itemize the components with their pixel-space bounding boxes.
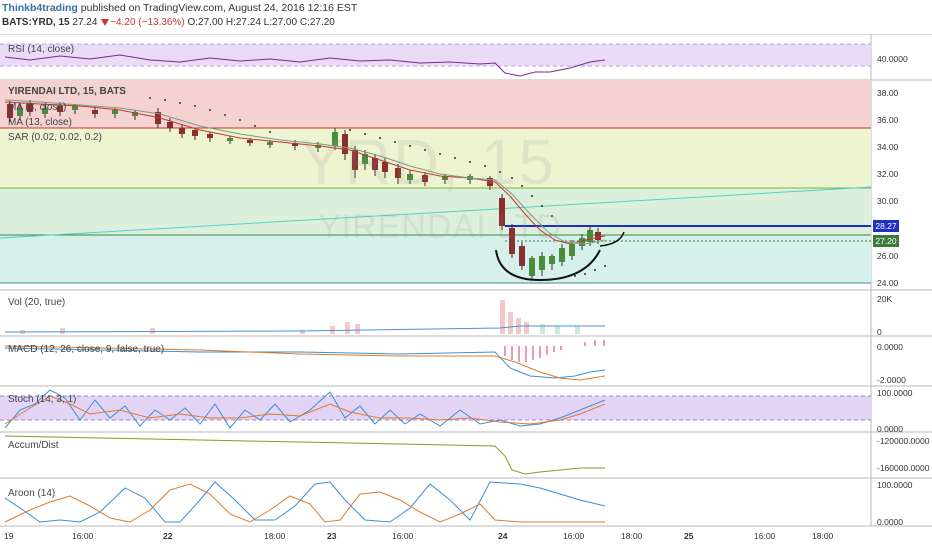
resistance-price-badge: 28.27 (873, 220, 899, 232)
chart-canvas[interactable] (0, 34, 932, 534)
symbol-info: BATS:YRD, 15 27.24 −4.20 (−13.36%) O:27.… (2, 17, 335, 28)
rsi-label[interactable]: RSI (14, close) (8, 44, 74, 55)
x-tick: 24 (498, 531, 508, 541)
x-tick: 19 (4, 531, 14, 541)
aroon-down (4, 483, 605, 523)
accum-label[interactable]: Accum/Dist (8, 440, 59, 451)
accum-dist-line (4, 435, 605, 475)
ohlc-values: O:27.00 H:27.24 L:27.00 C:27.20 (187, 17, 335, 28)
watermark-symbol: YRD, 15 (300, 126, 556, 198)
aroon-axis-label: 0.0000 (877, 517, 903, 527)
macd-label[interactable]: MACD (12, 26, close, 9, false, true) (8, 344, 164, 355)
aroon-axis-label: 100.0000 (877, 480, 913, 490)
price-axis-label: 38.00 (877, 88, 899, 98)
price-axis-label: 26.00 (877, 251, 899, 261)
aroon-label[interactable]: Aroon (14) (8, 488, 55, 499)
stoch-axis-label: 100.0000 (877, 388, 913, 398)
macd-axis-label: 0.0000 (877, 342, 903, 352)
watermark-name: YIRENDAI LTD (318, 208, 562, 246)
stoch-label[interactable]: Stoch (14, 3, 1) (8, 394, 76, 405)
stoch-band (0, 396, 871, 420)
x-tick: 18:00 (812, 531, 834, 541)
macd-histogram (504, 340, 605, 362)
price-axis-label: 24.00 (877, 278, 899, 288)
x-tick: 16:00 (563, 531, 585, 541)
accum-axis-label: -160000.0000 (877, 463, 930, 473)
last-price: 27.24 (72, 17, 98, 28)
macd-axis-label: -2.0000 (877, 375, 906, 385)
vol-axis-label: 0 (877, 327, 882, 337)
vol-axis-label: 20K (877, 294, 893, 304)
fib-band-1 (0, 80, 871, 128)
price-axis-label: 34.00 (877, 142, 899, 152)
x-tick: 18:00 (621, 531, 643, 541)
price-axis-label: 32.00 (877, 169, 899, 179)
volume-ma (4, 325, 605, 333)
main-title-label[interactable]: YIRENDAI LTD, 15, BATS (8, 86, 126, 97)
open-value: 27.00 (198, 17, 224, 28)
high-value: 27.24 (235, 17, 261, 28)
down-arrow-icon (101, 18, 110, 26)
last-price-badge: 27.20 (873, 235, 899, 247)
price-axis-label: 30.00 (877, 196, 899, 206)
price-change: −4.20 (−13.36%) (110, 17, 185, 28)
publish-info: Thinkb4trading published on TradingView.… (2, 2, 357, 14)
x-tick: 16:00 (754, 531, 776, 541)
x-tick: 23 (327, 531, 337, 541)
close-value: 27.20 (309, 17, 335, 28)
ma8-label[interactable]: MA (8, close) (8, 102, 66, 113)
symbol-label: BATS:YRD, 15 (2, 17, 70, 28)
accum-axis-label: -120000.0000 (877, 436, 930, 446)
ma13-label[interactable]: MA (13, close) (8, 117, 72, 128)
x-tick: 25 (684, 531, 694, 541)
price-axis-label: 36.00 (877, 115, 899, 125)
x-tick: 22 (163, 531, 173, 541)
low-value: 27.00 (272, 17, 298, 28)
author-link[interactable]: Thinkb4trading (2, 2, 78, 14)
sar-label[interactable]: SAR (0.02, 0.02, 0.2) (8, 132, 102, 143)
stoch-axis-label: 0.0000 (877, 424, 903, 434)
vol-label[interactable]: Vol (20, true) (8, 297, 65, 308)
x-tick: 18:00 (264, 531, 286, 541)
rsi-axis-label: 40.0000 (877, 54, 908, 64)
x-tick: 16:00 (72, 531, 94, 541)
publish-text: published on TradingView.com, August 24,… (80, 2, 358, 14)
x-tick: 16:00 (392, 531, 414, 541)
